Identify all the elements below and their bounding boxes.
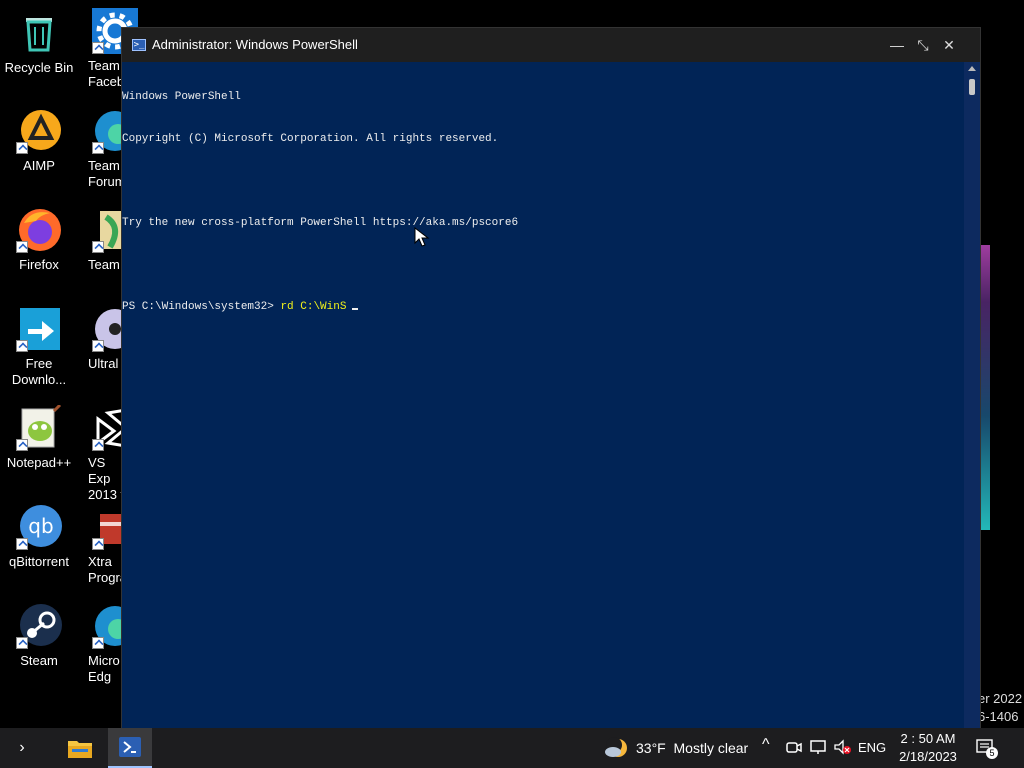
show-hidden-chevron-icon[interactable]: › bbox=[0, 728, 44, 768]
taskbar-powershell[interactable] bbox=[108, 728, 152, 768]
powershell-icon bbox=[119, 737, 141, 757]
shortcut-arrow-icon bbox=[16, 538, 28, 550]
desktop-icon-steam[interactable]: Steam bbox=[0, 603, 78, 669]
file-explorer-icon bbox=[68, 741, 92, 758]
shortcut-arrow-icon bbox=[92, 142, 104, 154]
clock-date[interactable]: 2/18/2023 bbox=[888, 748, 968, 766]
command-input[interactable]: rd C:\WinS bbox=[280, 301, 346, 313]
console-line: Windows PowerShell bbox=[122, 91, 241, 103]
steam-icon bbox=[16, 603, 62, 649]
powershell-icon: >_ bbox=[132, 39, 146, 51]
notepad-plus-plus-icon bbox=[16, 403, 62, 451]
desktop-icon-label: Notepad++ bbox=[6, 455, 72, 470]
prompt-line[interactable]: PS C:\Windows\system32> rd C:\WinS bbox=[122, 300, 964, 314]
powershell-window[interactable]: >_ Administrator: Windows PowerShell — ⤡… bbox=[122, 28, 980, 728]
weather-temperature: 33°F bbox=[636, 740, 666, 756]
qbittorrent-icon: qb bbox=[16, 504, 62, 550]
svg-text:qb: qb bbox=[28, 514, 53, 538]
desktop-icon-recycle-bin[interactable]: Recycle Bin bbox=[0, 10, 78, 76]
window-title: Administrator: Windows PowerShell bbox=[152, 37, 358, 52]
shortcut-arrow-icon bbox=[16, 241, 28, 253]
text-cursor bbox=[352, 308, 359, 310]
notification-center-button[interactable]: 5 bbox=[976, 738, 998, 759]
recycle-bin-icon bbox=[16, 10, 62, 56]
wallpaper-text-line: 6-1406 bbox=[978, 709, 1019, 724]
desktop-icon-label: qBittorrent bbox=[9, 554, 69, 569]
desktop-icon-qbittorrent[interactable]: qb qBittorrent bbox=[0, 504, 78, 570]
desktop-icon-label: Free Downlo... bbox=[11, 356, 67, 387]
network-icon[interactable] bbox=[810, 739, 828, 758]
clock-time[interactable]: 2 : 50 AM bbox=[888, 730, 968, 748]
tray-overflow-caret-icon[interactable]: ^ bbox=[762, 736, 770, 754]
scrollbar-thumb[interactable] bbox=[969, 79, 975, 95]
maximize-button[interactable]: ⤡ bbox=[910, 28, 936, 62]
shortcut-arrow-icon bbox=[16, 439, 28, 451]
meet-now-icon[interactable] bbox=[786, 739, 802, 758]
shortcut-arrow-icon bbox=[92, 538, 104, 550]
desktop-icon-aimp[interactable]: AIMP bbox=[0, 108, 78, 174]
desktop-icon-label: Recycle Bin bbox=[4, 60, 74, 75]
wallpaper-text-line: er 2022 bbox=[978, 691, 1023, 706]
desktop-icon-free-download-manager[interactable]: Free Downlo... bbox=[0, 306, 78, 388]
shortcut-arrow-icon bbox=[92, 241, 104, 253]
weather-moon-cloud-icon[interactable] bbox=[604, 736, 628, 760]
weather-condition: Mostly clear bbox=[673, 740, 749, 756]
shortcut-arrow-icon bbox=[92, 42, 104, 54]
shortcut-arrow-icon bbox=[16, 637, 28, 649]
close-button[interactable]: ✕ bbox=[936, 28, 962, 62]
shortcut-arrow-icon bbox=[92, 340, 104, 352]
desktop: er 2022 6-1406 Recycle Bin AIMP Firefox … bbox=[0, 0, 1024, 728]
console-line: Try the new cross-platform PowerShell ht… bbox=[122, 217, 519, 229]
taskbar-file-explorer[interactable] bbox=[62, 728, 98, 768]
desktop-icon-label: Steam bbox=[20, 653, 58, 668]
shortcut-arrow-icon bbox=[92, 439, 104, 451]
aimp-icon bbox=[16, 108, 62, 154]
desktop-icon-notepad-plus-plus[interactable]: Notepad++ bbox=[0, 403, 78, 471]
shortcut-arrow-icon bbox=[16, 340, 28, 352]
minimize-button[interactable]: — bbox=[884, 28, 910, 62]
console-line: Copyright (C) Microsoft Corporation. All… bbox=[122, 133, 499, 145]
window-titlebar[interactable]: >_ Administrator: Windows PowerShell — ⤡… bbox=[122, 28, 980, 62]
wallpaper-text: er 2022 6-1406 bbox=[978, 690, 1022, 726]
desktop-icon-label: AIMP bbox=[23, 158, 55, 173]
shortcut-arrow-icon bbox=[16, 142, 28, 154]
taskbar: › 33°F Mostly clear ^ ENG 2 : 50 AM 2/18… bbox=[0, 728, 1024, 768]
weather-widget[interactable]: 33°F Mostly clear bbox=[636, 740, 748, 756]
console-output[interactable]: Windows PowerShell Copyright (C) Microso… bbox=[122, 62, 964, 728]
prompt: PS C:\Windows\system32> bbox=[122, 301, 281, 313]
volume-muted-icon[interactable] bbox=[834, 739, 852, 758]
shortcut-arrow-icon bbox=[92, 637, 104, 649]
free-download-manager-icon bbox=[16, 306, 62, 352]
desktop-icon-label: Firefox bbox=[19, 257, 59, 272]
firefox-icon bbox=[16, 207, 62, 253]
scroll-up-arrow-icon[interactable] bbox=[968, 66, 976, 71]
vertical-scrollbar[interactable] bbox=[964, 62, 980, 728]
notification-count-badge: 5 bbox=[986, 747, 998, 759]
desktop-icon-firefox[interactable]: Firefox bbox=[0, 207, 78, 273]
input-language[interactable]: ENG bbox=[858, 740, 886, 755]
